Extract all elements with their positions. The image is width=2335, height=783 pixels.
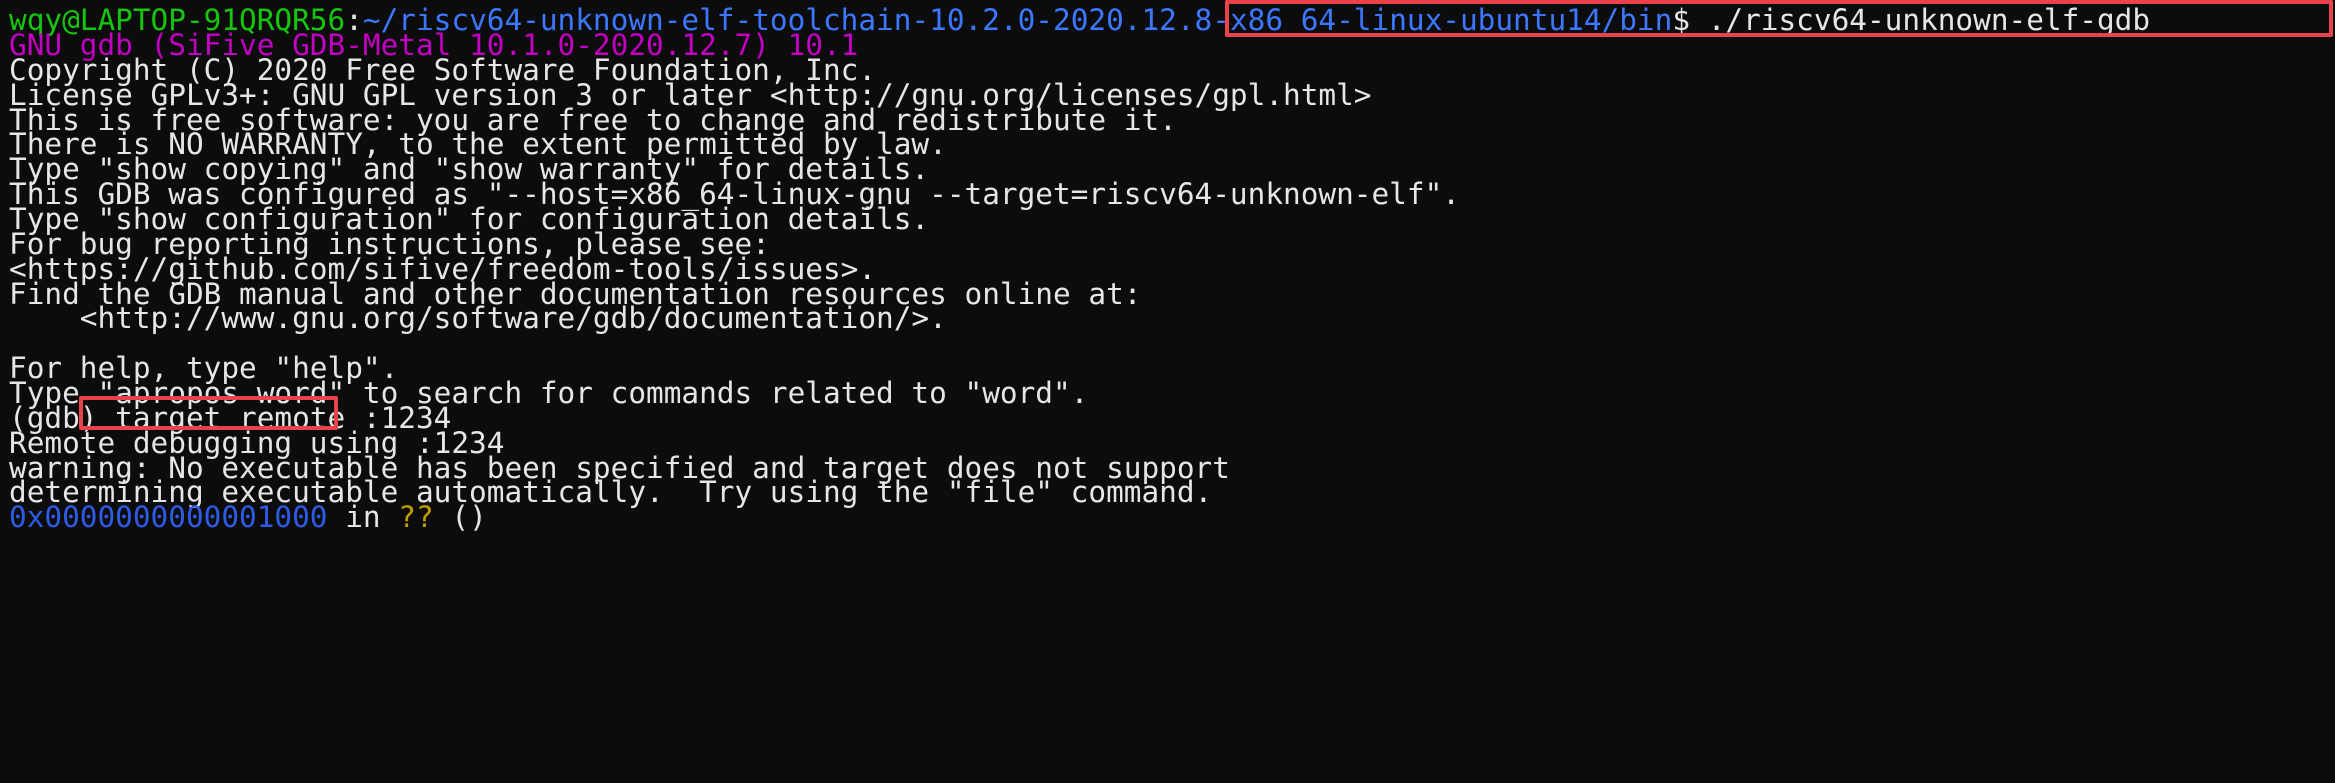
- terminal-window[interactable]: wqy@LAPTOP-91QRQR56:~/riscv64-unknown-el…: [9, 0, 2335, 783]
- prompt-dollar: $: [1672, 3, 1708, 37]
- shell-command[interactable]: ./riscv64-unknown-elf-gdb: [1708, 3, 2150, 37]
- frame-address: 0x0000000000001000: [9, 500, 328, 534]
- frame-unknown-function: ??: [398, 500, 434, 534]
- banner-line: <http://www.gnu.org/software/gdb/documen…: [9, 301, 947, 335]
- frame-line: 0x0000000000001000 in ?? (): [9, 499, 487, 536]
- frame-parens: (): [433, 500, 487, 534]
- frame-in: in: [327, 500, 399, 534]
